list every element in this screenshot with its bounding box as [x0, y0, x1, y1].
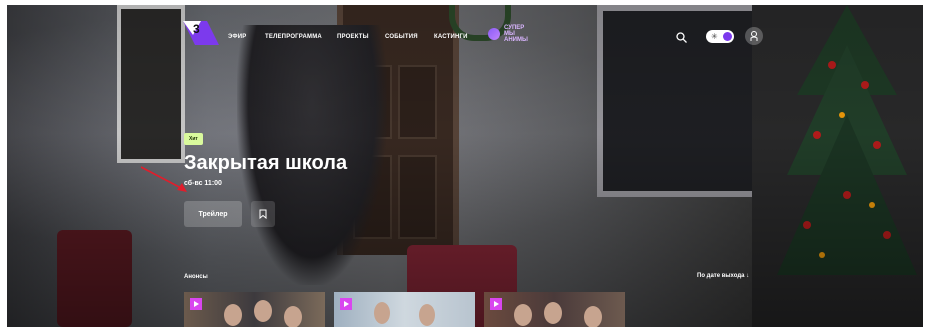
- trailer-button[interactable]: Трейлер: [184, 201, 242, 227]
- thumbnail-person: [254, 300, 272, 322]
- sort-label: По дате выхода: [697, 273, 745, 279]
- play-icon: [490, 298, 502, 310]
- play-icon: [190, 298, 202, 310]
- moon-icon: [723, 32, 732, 41]
- logo[interactable]: 3: [183, 21, 219, 45]
- nav-item-events[interactable]: СОБЫТИЯ: [385, 34, 418, 40]
- nav-item-efir[interactable]: ЭФИР: [228, 34, 246, 40]
- thumbnail-person: [284, 306, 302, 327]
- sort-by-date-button[interactable]: По дате выхода ↓: [697, 273, 749, 279]
- announcement-card[interactable]: [484, 292, 625, 327]
- red-annotation-arrow: [140, 166, 187, 192]
- profile-button[interactable]: [745, 27, 763, 45]
- special-nav-icon: [488, 28, 500, 40]
- special-nav-label: СУПЕР МЫ АНИМЫ: [504, 25, 528, 43]
- thumbnail-person: [514, 304, 532, 326]
- thumbnail-person: [419, 304, 435, 326]
- nav-item-castings[interactable]: КАСТИНГИ: [434, 34, 468, 40]
- hit-badge: Хит: [184, 133, 203, 145]
- announcements-label: Анонсы: [184, 274, 208, 280]
- site-header: 3 ЭФИР ТЕЛЕПРОГРАММА ПРОЕКТЫ СОБЫТИЯ КАС…: [7, 5, 923, 45]
- play-icon: [340, 298, 352, 310]
- thumbnail-person: [544, 302, 562, 324]
- theme-toggle[interactable]: ✳: [706, 30, 734, 43]
- logo-text: 3: [193, 22, 200, 36]
- thumbnail-person: [374, 302, 390, 324]
- arrow-down-icon: ↓: [746, 273, 750, 279]
- sun-icon: ✳: [711, 32, 718, 41]
- bookmark-icon: [259, 209, 267, 219]
- thumbnail-person: [224, 304, 242, 326]
- announcement-card[interactable]: [334, 292, 475, 327]
- page: 3 ЭФИР ТЕЛЕПРОГРАММА ПРОЕКТЫ СОБЫТИЯ КАС…: [7, 5, 923, 327]
- nav-item-super-animy[interactable]: СУПЕР МЫ АНИМЫ: [488, 25, 536, 43]
- thumbnail-person: [584, 306, 602, 327]
- nav-item-tv-guide[interactable]: ТЕЛЕПРОГРАММА: [265, 34, 322, 40]
- bookmark-button[interactable]: [251, 201, 275, 227]
- announcement-card[interactable]: [184, 292, 325, 327]
- nav-item-projects[interactable]: ПРОЕКТЫ: [337, 34, 369, 40]
- show-title: Закрытая школа: [184, 152, 348, 174]
- user-icon: [750, 31, 758, 41]
- search-icon[interactable]: [676, 32, 687, 43]
